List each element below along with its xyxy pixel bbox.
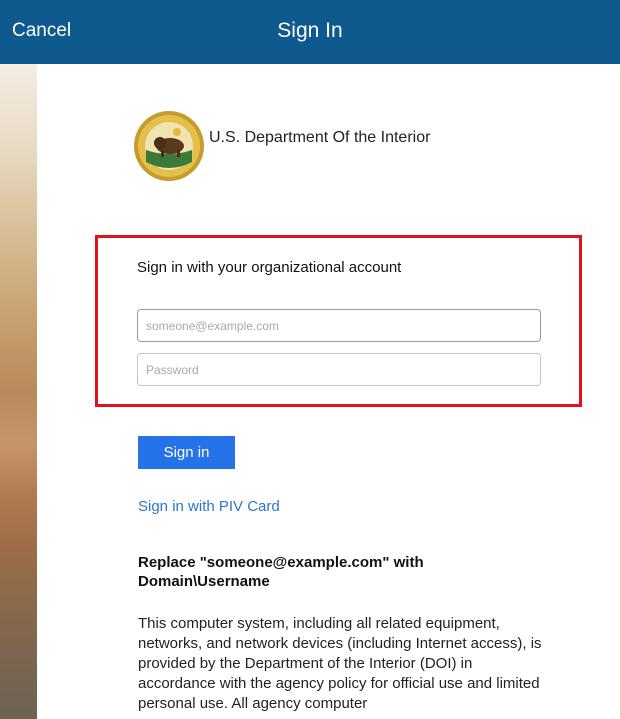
piv-card-signin-link[interactable]: Sign in with PIV Card bbox=[138, 498, 280, 515]
top-navigation-bar: Cancel Sign In bbox=[0, 0, 620, 64]
background-landscape-image bbox=[0, 64, 37, 719]
system-use-disclaimer: This computer system, including all rela… bbox=[138, 615, 542, 712]
username-format-notice: Replace "someone@example.com" with Domai… bbox=[138, 554, 424, 590]
doi-bison-seal-icon bbox=[133, 110, 205, 182]
password-field[interactable] bbox=[137, 353, 541, 386]
signin-prompt: Sign in with your organizational account bbox=[137, 259, 402, 276]
sign-in-button[interactable]: Sign in bbox=[138, 436, 235, 469]
signin-panel: U.S. Department Of the Interior Sign in … bbox=[37, 64, 620, 719]
page-title: Sign In bbox=[277, 19, 343, 42]
organization-name: U.S. Department Of the Interior bbox=[209, 129, 431, 146]
email-field[interactable] bbox=[137, 309, 541, 342]
